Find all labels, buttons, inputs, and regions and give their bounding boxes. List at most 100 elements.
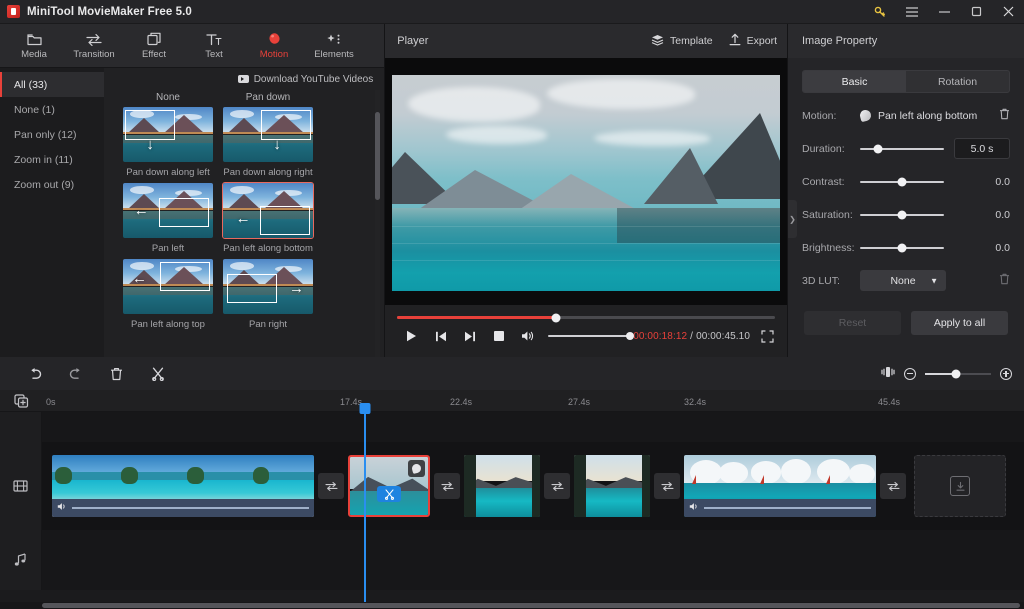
audio-waveform: [72, 507, 309, 509]
player-panel: Player Template Export 00:00:18:12 / 00:…: [385, 24, 788, 357]
category-none[interactable]: None (1): [0, 97, 104, 122]
previous-frame-icon[interactable]: [426, 326, 455, 346]
ribbon-item-text[interactable]: Text: [184, 24, 244, 68]
spacer-gutter: [0, 412, 42, 442]
timeline-horizontal-scrollbar[interactable]: [0, 602, 1024, 609]
saturation-slider[interactable]: [860, 208, 944, 222]
transition-icon[interactable]: [654, 473, 680, 499]
lut-delete-button[interactable]: [999, 273, 1010, 288]
brightness-handle[interactable]: [897, 243, 907, 252]
zoom-handle[interactable]: [951, 369, 961, 378]
scissors-icon[interactable]: [137, 357, 178, 390]
hamburger-menu-icon[interactable]: [896, 0, 928, 24]
playhead-handle[interactable]: [359, 403, 371, 414]
volume-slider[interactable]: [548, 332, 635, 340]
saturation-handle[interactable]: [897, 210, 907, 219]
scissors-icon[interactable]: [377, 486, 401, 502]
playhead[interactable]: [359, 403, 371, 602]
category-pan-only[interactable]: Pan only (12): [0, 122, 104, 147]
contrast-slider[interactable]: [860, 175, 944, 189]
transition-icon[interactable]: [880, 473, 906, 499]
undo-icon[interactable]: [14, 357, 55, 390]
category-list: All (33) None (1) Pan only (12) Zoom in …: [0, 68, 104, 357]
stop-button[interactable]: [484, 326, 513, 346]
category-all[interactable]: All (33): [0, 72, 104, 97]
chevron-right-icon[interactable]: ❯: [788, 200, 797, 238]
tab-rotation[interactable]: Rotation: [906, 71, 1009, 92]
ribbon-item-motion[interactable]: Motion: [244, 24, 304, 68]
video-track-body[interactable]: [42, 442, 1024, 530]
fit-to-timeline-icon[interactable]: [881, 366, 895, 381]
timeline-zoom-slider[interactable]: [925, 369, 991, 378]
close-icon[interactable]: [992, 0, 1024, 24]
progress-handle[interactable]: [551, 313, 561, 322]
redo-icon[interactable]: [55, 357, 96, 390]
timeline-ruler[interactable]: 0s 17.4s 22.4s 27.4s 32.4s 45.4s: [0, 390, 1024, 412]
duration-value-field[interactable]: 5.0 s: [954, 138, 1010, 159]
clip-beach[interactable]: [52, 455, 314, 517]
reset-label: Reset: [838, 317, 867, 329]
clip-mountain[interactable]: [348, 455, 430, 517]
motion-thumb-pan-down-along-left[interactable]: ↓: [122, 106, 214, 163]
ribbon-label-text: Text: [205, 49, 223, 61]
motion-thumb-pan-left-along-bottom[interactable]: ←: [222, 182, 314, 239]
transition-icon[interactable]: [544, 473, 570, 499]
volume-icon[interactable]: [689, 502, 700, 514]
ribbon-item-elements[interactable]: Elements: [304, 24, 364, 68]
transition-icon[interactable]: [318, 473, 344, 499]
minimize-icon[interactable]: [928, 0, 960, 24]
tab-basic[interactable]: Basic: [803, 71, 906, 92]
next-frame-icon[interactable]: [455, 326, 484, 346]
duration-handle[interactable]: [873, 144, 883, 153]
motion-thumb-pan-left-along-top[interactable]: ←: [122, 258, 214, 315]
zoom-out-icon[interactable]: [904, 367, 916, 380]
elements-icon: [326, 31, 342, 47]
ribbon-item-transition[interactable]: Transition: [64, 24, 124, 68]
audio-track-body[interactable]: [42, 530, 1024, 590]
music-note-icon[interactable]: [0, 530, 42, 590]
add-media-icon[interactable]: [0, 390, 42, 411]
lut-dropdown[interactable]: None ▼: [860, 270, 946, 291]
export-button[interactable]: Export: [729, 33, 777, 49]
volume-handle[interactable]: [626, 332, 635, 340]
play-button[interactable]: [397, 326, 426, 346]
chevron-down-icon: ▼: [930, 276, 938, 285]
ribbon-item-media[interactable]: Media: [4, 24, 64, 68]
motion-thumb-pan-right[interactable]: →: [222, 258, 314, 315]
contrast-handle[interactable]: [897, 177, 907, 186]
clip-lake-1[interactable]: [464, 455, 540, 517]
brightness-row: Brightness: 0.0: [802, 231, 1010, 264]
clip-lake-2[interactable]: [574, 455, 650, 517]
motion-thumb-pan-left[interactable]: ←: [122, 182, 214, 239]
motion-value-group: Pan left along bottom: [858, 108, 999, 123]
category-zoom-out[interactable]: Zoom out (9): [0, 172, 104, 197]
duration-slider[interactable]: [860, 142, 944, 156]
clip-sailboat[interactable]: [684, 455, 876, 517]
fullscreen-icon[interactable]: [759, 328, 775, 344]
category-zoom-in[interactable]: Zoom in (11): [0, 147, 104, 172]
add-clip-icon[interactable]: [914, 455, 1006, 517]
brightness-slider[interactable]: [860, 241, 944, 255]
motion-thumb-pan-down-along-right[interactable]: ↓: [222, 106, 314, 163]
ribbon-item-effect[interactable]: Effect: [124, 24, 184, 68]
key-icon[interactable]: [864, 0, 896, 24]
timeline-scroll-thumb[interactable]: [42, 603, 1020, 608]
download-youtube-videos-button[interactable]: Download YouTube Videos: [237, 74, 373, 85]
apply-to-all-button[interactable]: Apply to all: [911, 311, 1008, 335]
transition-icon[interactable]: [434, 473, 460, 499]
motion-delete-button[interactable]: [999, 108, 1010, 123]
zoom-in-icon[interactable]: [1000, 367, 1012, 380]
playback-progress-bar[interactable]: [397, 313, 775, 322]
reset-button[interactable]: Reset: [804, 311, 901, 335]
gallery-scrollbar-thumb[interactable]: [375, 112, 381, 200]
volume-icon[interactable]: [513, 326, 542, 346]
effect-icon: [146, 31, 162, 47]
trash-icon[interactable]: [96, 357, 137, 390]
maximize-icon[interactable]: [960, 0, 992, 24]
motion-icon[interactable]: [408, 460, 425, 477]
timeline-zoom-controls: [881, 366, 1012, 381]
film-icon[interactable]: [0, 442, 42, 530]
template-button[interactable]: Template: [651, 34, 713, 49]
volume-icon[interactable]: [57, 502, 68, 514]
video-preview[interactable]: [392, 74, 781, 291]
